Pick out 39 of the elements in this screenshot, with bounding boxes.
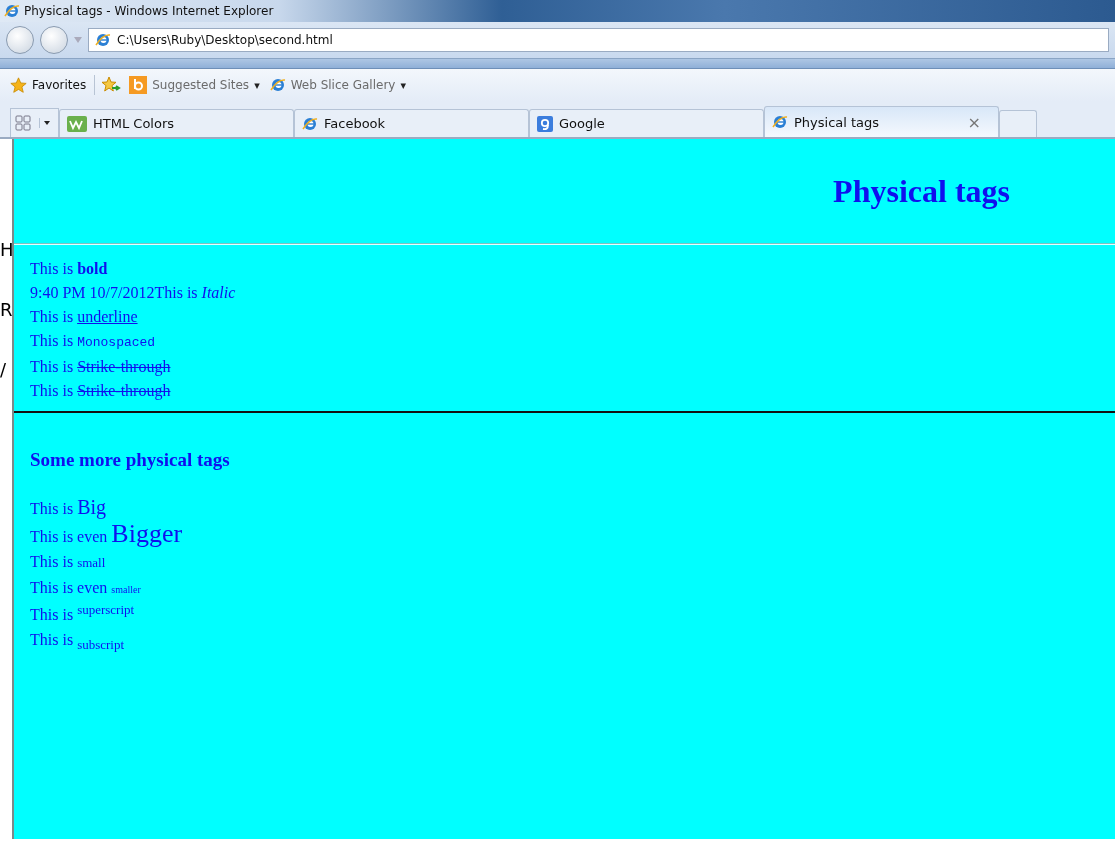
text-line: This is $^{superscript}$	[30, 606, 135, 623]
page-icon	[269, 77, 286, 93]
text-line: This is Monospaced	[30, 332, 156, 349]
site-icon	[67, 115, 87, 132]
text-line: This is small	[30, 553, 106, 570]
new-tab-button[interactable]	[999, 110, 1037, 137]
page-icon	[772, 114, 788, 130]
bing-icon	[129, 76, 148, 94]
browser-tab[interactable]: Facebook	[294, 109, 529, 137]
browser-icon	[4, 3, 20, 19]
address-field[interactable]: C:\Users\Ruby\Desktop\second.html	[88, 28, 1109, 52]
close-tab-button[interactable]: ×	[967, 112, 991, 132]
page-icon	[95, 32, 111, 48]
text-line: This is even smaller	[30, 579, 141, 596]
text-line: 9:40 PM 10/7/2012This is Italic	[30, 284, 236, 301]
page-heading: Physical tags	[833, 172, 1010, 210]
background-text: H	[0, 238, 12, 262]
page-icon	[302, 115, 318, 132]
background-text: R	[0, 298, 12, 322]
text-line: This is Strike-through	[30, 382, 171, 399]
background-text: /	[0, 358, 8, 382]
forward-button[interactable]	[40, 26, 68, 54]
text-line: This is Strike-through	[30, 358, 171, 375]
browser-tab[interactable]: HTML Colors	[59, 109, 294, 137]
window-title: Physical tags - Windows Internet Explorer	[24, 4, 274, 18]
browser-tab[interactable]: Physical tags ×	[764, 106, 999, 137]
text-line: This is underline	[30, 308, 138, 325]
quick-tabs-icon[interactable]	[15, 115, 31, 131]
star-icon	[10, 76, 27, 94]
browser-tab[interactable]: Google	[529, 109, 764, 137]
favorites-bar-menu[interactable]: Web Slice Gallery ▾	[267, 77, 408, 93]
favorites-bar-menu[interactable]: Suggested Sites ▾	[127, 76, 262, 94]
section-heading: Some more physical tags	[30, 449, 230, 470]
favorites-button[interactable]: Favorites	[8, 76, 89, 94]
back-button[interactable]	[6, 26, 34, 54]
letter-icon	[537, 115, 553, 132]
add-favorite-icon[interactable]	[101, 76, 122, 94]
text-line: This is Big	[30, 500, 107, 517]
text-line: This is bold	[30, 260, 108, 277]
